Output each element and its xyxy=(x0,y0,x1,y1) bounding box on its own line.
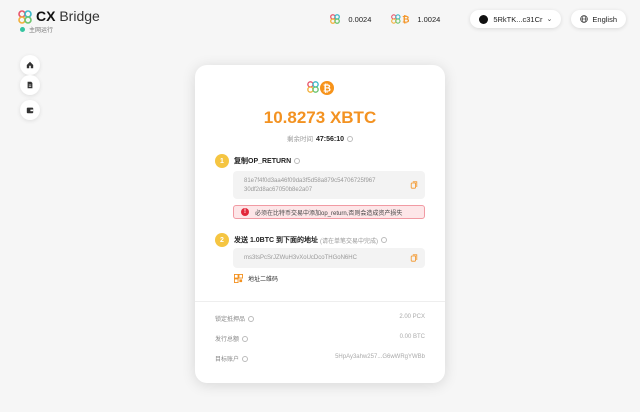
alert-icon: ! xyxy=(241,208,249,216)
svg-text:₿: ₿ xyxy=(402,14,409,24)
detail-label: 锁定抵押品 xyxy=(215,317,246,323)
app-title: CX Bridge xyxy=(36,8,100,24)
sidebar-home-button[interactable] xyxy=(20,55,40,75)
step-2-title: 发送 1.0BTC 到下面的地址 xyxy=(234,237,319,244)
balance-cx-value: 0.0024 xyxy=(348,14,372,24)
op-return-warning: ! 必须在比特币交易中添加op_return,否则会造成资产损失 xyxy=(233,205,425,219)
status-dot xyxy=(20,27,25,32)
balance-xbtc-value: 1.0024 xyxy=(417,14,441,24)
btc-address-box: ms3tsPcSrJZWuH3vXoUcDcoTHGoN6HC xyxy=(233,248,425,268)
globe-icon xyxy=(580,15,589,23)
network-status-label: 主网运行 xyxy=(29,28,54,34)
step-2-number: 2 xyxy=(215,233,229,247)
cx-logo-icon xyxy=(18,10,32,24)
sidebar-document-button[interactable] xyxy=(20,75,40,95)
info-icon[interactable] xyxy=(294,158,301,164)
detail-row: 锁定抵押品 2.00 PCX xyxy=(215,314,425,323)
step-1-number: 1 xyxy=(215,154,229,168)
info-icon[interactable] xyxy=(242,336,249,343)
detail-value: 5HpAy3ahw257...G6wWRgYWBb xyxy=(335,354,425,360)
balance-cx: 0.0024 xyxy=(330,14,371,24)
detail-label: 发行总额 xyxy=(215,337,240,343)
wallet-account-button[interactable]: 5RkTK...c31Cr ⌄ xyxy=(470,10,562,28)
document-icon xyxy=(27,81,33,89)
copy-icon xyxy=(410,181,418,189)
language-label: English xyxy=(592,14,617,24)
topbar: 0.0024 ₿ 1.0024 5RkTK...c31Cr ⌄ English xyxy=(330,10,626,28)
divider xyxy=(195,301,445,302)
xbtc-token-icon: ₿ xyxy=(391,14,409,24)
chevron-down-icon: ⌄ xyxy=(546,16,553,23)
detail-row: 目标账户 5HpAy3ahw257...G6wWRgYWBb xyxy=(215,354,425,363)
address-qr-link[interactable]: 地址二维码 xyxy=(234,274,278,283)
qr-label: 地址二维码 xyxy=(248,277,279,283)
svg-text:₿: ₿ xyxy=(323,83,331,95)
info-icon[interactable] xyxy=(248,316,255,323)
step-1-header: 1 复制OP_RETURN xyxy=(215,154,301,168)
btc-address-value[interactable]: ms3tsPcSrJZWuH3vXoUcDcoTHGoN6HC xyxy=(244,254,357,263)
bitcoin-icon: ₿ xyxy=(320,81,334,95)
op-return-box: 81e7f4f0d3aa46f09da3f5d58a879c54706725f9… xyxy=(233,171,425,199)
balance-xbtc: ₿ 1.0024 xyxy=(391,14,440,24)
deposit-amount: 10.8273 XBTC xyxy=(263,108,377,127)
copy-op-return-button[interactable] xyxy=(403,171,425,199)
wallet-address: 5RkTK...c31Cr xyxy=(493,14,543,24)
info-icon[interactable] xyxy=(242,356,249,363)
network-status: 主网运行 xyxy=(20,25,100,34)
home-icon xyxy=(26,61,34,69)
copy-icon xyxy=(410,254,418,262)
detail-label: 目标账户 xyxy=(215,357,240,363)
qr-code-icon xyxy=(234,274,243,283)
deadline-label: 剩余时间 xyxy=(286,136,313,143)
deposit-card: ₿ 10.8273 XBTC 剩余时间 47:56:10 1 复制OP_RETUR… xyxy=(195,65,445,383)
info-icon[interactable] xyxy=(347,136,354,143)
detail-row: 发行总额 0.00 BTC xyxy=(215,334,425,343)
cx-token-icon xyxy=(307,81,319,93)
step-2-header: 2 发送 1.0BTC 到下面的地址 (请在单笔交易中完成) xyxy=(215,233,388,247)
detail-value: 2.00 PCX xyxy=(399,314,425,320)
language-selector[interactable]: English xyxy=(571,10,626,28)
deadline: 剩余时间 47:56:10 xyxy=(195,133,445,143)
deadline-value: 47:56:10 xyxy=(315,136,345,143)
account-avatar xyxy=(479,14,489,24)
app-logo[interactable]: CX Bridge 主网运行 xyxy=(18,8,100,34)
cx-token-icon xyxy=(330,14,341,24)
warning-text: 必须在比特币交易中添加op_return,否则会造成资产损失 xyxy=(255,210,403,217)
step-1-title: 复制OP_RETURN xyxy=(234,158,292,165)
step-2-note: (请在单笔交易中完成) xyxy=(320,238,379,245)
copy-address-button[interactable] xyxy=(403,248,425,268)
detail-value: 0.00 BTC xyxy=(399,334,425,340)
wallet-icon xyxy=(26,107,34,114)
token-icons: ₿ xyxy=(307,81,334,95)
sidebar-wallet-button[interactable] xyxy=(20,100,40,120)
info-icon[interactable] xyxy=(381,237,388,243)
op-return-value[interactable]: 81e7f4f0d3aa46f09da3f5d58a879c54706725f9… xyxy=(244,177,375,195)
